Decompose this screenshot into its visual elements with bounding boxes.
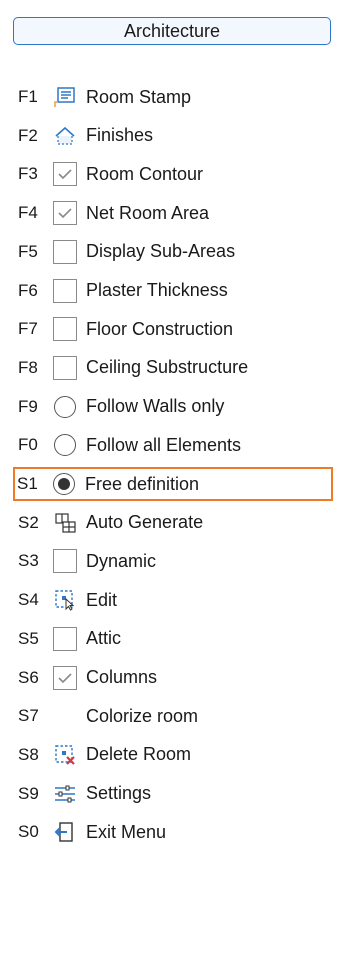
menu-item-label: Ceiling Substructure [86,357,249,378]
follow-walls-only-radio[interactable] [50,394,80,420]
menu-item-label: Auto Generate [86,512,204,533]
shortcut-key-label: F2 [18,125,38,145]
shortcut-key-label: F1 [18,87,38,106]
radio-unselected-icon [54,395,76,418]
empty-icon-slot [50,703,80,729]
free-definition-radio[interactable] [49,471,79,497]
menu-item-edit[interactable]: S4 Edit [14,583,332,617]
shortcut-key-label: F9 [18,396,38,416]
checkbox-unchecked-icon [53,239,77,264]
shortcut-key-label: F8 [18,357,38,377]
menu-item-plaster-thickness[interactable]: F6 Plaster Thickness [14,274,332,308]
shortcut-key-label: S7 [18,706,39,726]
radio-dot-icon [58,478,70,490]
shortcut-key-label: F6 [18,280,38,300]
menu-item-label: Follow all Elements [86,434,242,455]
menu-item-free-definition[interactable]: S1 Free definition [13,467,333,501]
radio-selected-icon [53,473,75,495]
checkbox-unchecked-icon [53,317,77,342]
delete-room-icon [50,742,80,768]
floor-construction-checkbox[interactable] [50,316,80,342]
menu-item-dynamic[interactable]: S3 Dynamic [14,544,332,578]
settings-sliders-icon [50,781,80,807]
menu-item-label: Follow Walls only [86,396,225,417]
checkbox-unchecked-icon [53,355,77,380]
shortcut-key-label: S4 [18,590,39,610]
menu-item-room-stamp[interactable]: F1 Room Stamp [14,80,332,114]
shortcut-key-label: F7 [18,319,38,339]
shortcut-key-label: S2 [18,512,39,532]
menu-item-columns[interactable]: S6 Columns [14,661,332,695]
menu-item-label: Plaster Thickness [86,280,228,300]
checkbox-checked-icon [53,201,77,226]
menu-item-finishes[interactable]: F2 Finishes [14,119,332,153]
shortcut-key-label: S0 [18,822,39,842]
menu-item-label: Room Stamp [86,86,192,107]
exit-menu-icon [50,819,80,845]
shortcut-key-label: S8 [18,744,39,764]
shortcut-key-label: S6 [18,667,39,687]
checkbox-unchecked-icon [53,278,77,303]
menu-item-net-room-area[interactable]: F4 Net Room Area [14,196,332,230]
menu-item-label: Room Contour [86,163,204,184]
menu-item-label: Delete Room [86,744,192,765]
shortcut-key-label: F0 [18,435,38,455]
checkbox-unchecked-icon [53,549,77,574]
menu-item-settings[interactable]: S9 Settings [14,777,332,811]
menu-item-label: Floor Construction [86,318,234,339]
checkbox-checked-icon [53,162,77,187]
checkbox-checked-icon [53,665,77,690]
menu-item-label: Net Room Area [86,202,210,223]
radio-unselected-icon [54,434,76,457]
menu-item-label: Dynamic [86,550,157,571]
menu-item-label: Finishes [86,125,154,146]
menu-item-ceiling-substructure[interactable]: F8 Ceiling Substructure [14,351,332,385]
room-contour-checkbox[interactable] [50,161,80,187]
menu-item-delete-room[interactable]: S8 Delete Room [14,738,332,772]
finishes-house-icon [50,123,80,149]
menu-item-room-contour[interactable]: F3 Room Contour [14,157,332,191]
menu-item-label: Colorize room [86,705,199,726]
dynamic-checkbox[interactable] [50,548,80,574]
menu-item-follow-walls-only[interactable]: F9 Follow Walls only [14,390,332,424]
shortcut-key-label: S9 [18,783,39,803]
follow-all-elements-radio[interactable] [50,432,80,458]
shortcut-key-label: S3 [18,551,39,571]
architecture-menu-panel: Architecture F1 Room Stamp F2 Finishes F3 Roo… [0,0,342,964]
menu-item-display-sub-areas[interactable]: F5 Display Sub-Areas [14,235,332,269]
plaster-thickness-checkbox[interactable] [50,278,80,304]
menu-item-label: Settings [86,783,152,804]
ceiling-substructure-checkbox[interactable] [50,355,80,381]
menu-item-follow-all-elements[interactable]: F0 Follow all Elements [14,428,332,462]
menu-item-floor-construction[interactable]: F7 Floor Construction [14,312,332,346]
columns-checkbox[interactable] [50,665,80,691]
architecture-header-button[interactable]: Architecture [13,17,331,45]
menu-item-attic[interactable]: S5 Attic [14,622,332,656]
checkbox-unchecked-icon [53,626,77,651]
net-room-area-checkbox[interactable] [50,200,80,226]
menu-item-label: Exit Menu [86,821,167,842]
shortcut-key-label: S5 [18,628,39,648]
attic-checkbox[interactable] [50,626,80,652]
shortcut-key-label: S1 [17,474,38,493]
menu-item-colorize-room[interactable]: S7 Colorize room [14,699,332,733]
menu-item-label: Attic [86,628,122,649]
edit-room-icon [50,587,80,613]
menu-item-label: Columns [86,667,158,687]
shortcut-key-label: F4 [18,203,38,223]
menu-item-auto-generate[interactable]: S2 Auto Generate [14,506,332,540]
menu-item-exit-menu[interactable]: S0 Exit Menu [14,815,332,849]
menu-item-label: Free definition [85,473,200,494]
menu-item-label: Display Sub-Areas [86,241,236,262]
shortcut-key-label: F5 [18,241,38,261]
menu-item-label: Edit [86,589,118,610]
shortcut-key-label: F3 [18,164,38,184]
room-stamp-icon [50,84,80,110]
display-sub-areas-checkbox[interactable] [50,239,80,265]
auto-generate-icon [50,510,80,536]
